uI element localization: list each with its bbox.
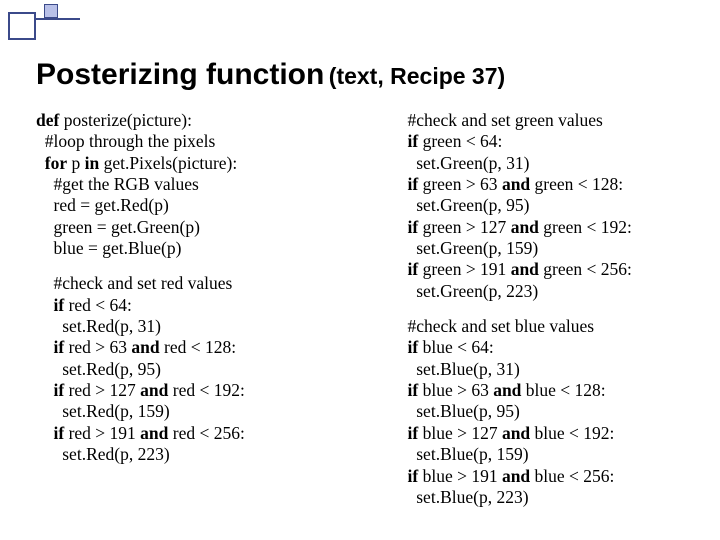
code-blue-block: #check and set blue values if blue < 64:… (390, 316, 696, 508)
right-column: #check and set green values if green < 6… (390, 110, 696, 522)
slide-decoration (0, 0, 84, 48)
left-column: def posterize(picture): #loop through th… (36, 110, 342, 522)
code-red-block: #check and set red values if red < 64: s… (36, 273, 342, 465)
slide-title: Posterizing function (text, Recipe 37) (36, 58, 704, 92)
title-main: Posterizing function (36, 58, 324, 91)
content-columns: def posterize(picture): #loop through th… (36, 110, 696, 522)
code-def-block: def posterize(picture): #loop through th… (36, 110, 342, 259)
line-icon (36, 18, 80, 20)
code-green-block: #check and set green values if green < 6… (390, 110, 696, 302)
title-sub: (text, Recipe 37) (329, 63, 505, 89)
square-icon (8, 12, 36, 40)
small-square-icon (44, 4, 58, 18)
